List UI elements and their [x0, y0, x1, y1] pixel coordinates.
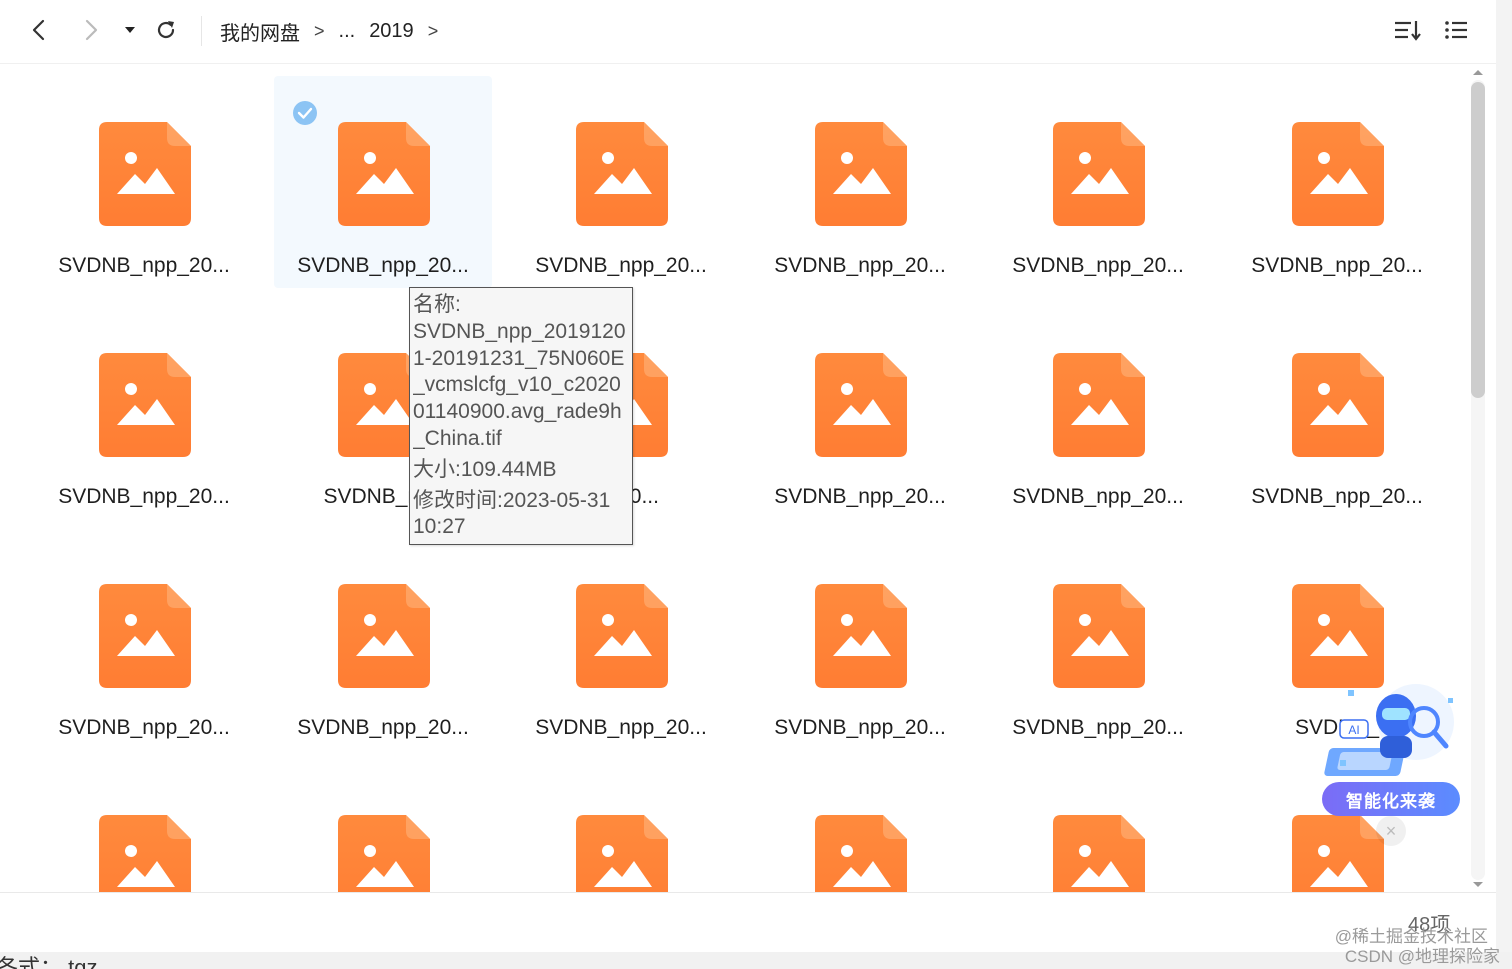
selected-check-icon[interactable] [292, 100, 318, 126]
window-edge [1496, 0, 1512, 969]
toolbar: 我的网盘 > ... 2019 > [0, 0, 1496, 64]
file-tile[interactable]: SVDNB_npp_20... [274, 538, 492, 750]
image-file-icon [99, 815, 191, 892]
file-name-label: SVDNB_npp_20... [774, 485, 946, 508]
watermark-csdn: CSDN @地理探险家 [1344, 947, 1500, 966]
breadcrumb-separator[interactable]: > [428, 21, 439, 42]
file-name-label: SVDNB_npp_20... [1012, 485, 1184, 508]
list-view-icon[interactable] [1440, 10, 1472, 50]
image-file-icon [338, 815, 430, 892]
image-file-icon [576, 122, 668, 226]
scroll-down-arrow-icon[interactable] [1473, 882, 1483, 887]
refresh-icon[interactable] [150, 10, 182, 50]
file-tile[interactable]: SVDNB_npp_20... [35, 76, 253, 288]
file-tile[interactable]: SVDNB_npp_20... [989, 538, 1207, 750]
image-file-icon [1292, 122, 1384, 226]
forward-arrow-icon[interactable] [76, 10, 106, 50]
file-tile[interactable]: SVDNB_npp_20... [751, 307, 969, 519]
file-tile[interactable]: SVDNB_npp_20... [751, 76, 969, 288]
background-text: 各式： tgz [0, 955, 98, 969]
background-window-strip: 各式： tgz [0, 952, 1512, 969]
tooltip-line: 01140900.avg_rade9h [413, 400, 622, 424]
file-name-label: SVDNB_npp_20... [1012, 716, 1184, 739]
image-file-icon [338, 122, 430, 226]
image-file-icon [1053, 815, 1145, 892]
file-manager-window: 我的网盘 > ... 2019 > SVDNB_npp_20... SVDNB_n… [0, 0, 1496, 952]
ai-robot-icon: AI [1324, 684, 1454, 776]
image-file-icon [338, 584, 430, 688]
back-arrow-icon[interactable] [24, 10, 54, 50]
breadcrumb-root[interactable]: 我的网盘 [220, 17, 300, 46]
file-name-label: SVDNB_npp_20... [297, 716, 469, 739]
breadcrumb-separator: > [314, 20, 325, 41]
scrollbar-thumb[interactable] [1471, 82, 1485, 398]
footer-divider [0, 892, 1496, 893]
tooltip-line: _vcmslcfg_v10_c2020 [413, 373, 621, 397]
file-name-label: SVDNB_npp_20... [774, 716, 946, 739]
tooltip-modified-time: 10:27 [413, 515, 466, 539]
tooltip-line: 名称: [413, 293, 461, 316]
file-tile[interactable] [751, 769, 969, 892]
image-file-icon [1053, 353, 1145, 457]
breadcrumb: 我的网盘 > ... 2019 > [220, 14, 438, 48]
file-tile[interactable]: SVDNB_npp_20... [751, 538, 969, 750]
file-info-tooltip: 名称: SVDNB_npp_2019120 1-20191231_75N060E… [409, 287, 633, 545]
image-file-icon [815, 815, 907, 892]
image-file-icon [815, 353, 907, 457]
image-file-icon [1053, 122, 1145, 226]
file-tile[interactable] [274, 769, 492, 892]
file-tile[interactable]: SVDNB_npp_20... [274, 76, 492, 288]
file-grid: SVDNB_npp_20... SVDNB_npp_20... SVDNB_npp_… [0, 64, 1466, 892]
tooltip-line: _China.tif [413, 426, 502, 450]
file-tile[interactable]: SVDNB_npp_20... [1228, 307, 1446, 519]
dropdown-caret-icon[interactable] [120, 10, 140, 50]
scroll-up-arrow-icon[interactable] [1473, 70, 1483, 75]
svg-text:AI: AI [1348, 723, 1359, 737]
file-tile[interactable]: SVDNB_npp_20... [512, 538, 730, 750]
file-tile[interactable]: SVDNB_npp_20... [512, 76, 730, 288]
ai-promo-widget[interactable]: AI 智能化来袭 × [1320, 680, 1462, 856]
file-name-label: SVDNB_npp_20... [58, 716, 230, 739]
file-tile[interactable] [512, 769, 730, 892]
file-name-label: SVDNB_npp_20... [535, 254, 707, 277]
sort-icon[interactable] [1390, 10, 1426, 50]
image-file-icon [576, 584, 668, 688]
file-tile[interactable]: SVDNB_npp_20... [989, 307, 1207, 519]
file-name-label: SVDNB_npp_20... [58, 485, 230, 508]
file-name-label: SVDNB_npp_20... [535, 716, 707, 739]
toolbar-divider [201, 16, 202, 46]
close-icon[interactable]: × [1376, 816, 1406, 846]
file-tile[interactable]: SVDNB_npp_20... [35, 538, 253, 750]
tooltip-line: 1-20191231_75N060E [413, 346, 625, 370]
file-tile[interactable] [35, 769, 253, 892]
image-file-icon [99, 353, 191, 457]
image-file-icon [1292, 584, 1384, 688]
vertical-scrollbar[interactable] [1469, 70, 1487, 890]
file-tile[interactable]: SVDNB_npp_20... [1228, 76, 1446, 288]
ai-promo-button[interactable]: 智能化来袭 [1322, 782, 1460, 816]
image-file-icon [815, 122, 907, 226]
tooltip-line: SVDNB_npp_2019120 [413, 319, 626, 343]
breadcrumb-ellipsis[interactable]: ... [339, 20, 356, 43]
file-name-label: SVDNB_npp_20... [774, 254, 946, 277]
image-file-icon [1053, 584, 1145, 688]
breadcrumb-current[interactable]: 2019 [369, 20, 414, 43]
tooltip-modified: 修改时间:2023-05-31 [413, 488, 611, 512]
file-name-label: SVDNB_npp_20... [1012, 254, 1184, 277]
file-name-label: SVDNB_npp_20... [297, 254, 469, 277]
image-file-icon [815, 584, 907, 688]
file-name-label: SVDNB_npp_20... [58, 254, 230, 277]
image-file-icon [99, 122, 191, 226]
file-name-label: SVDNB_npp_20... [1251, 254, 1423, 277]
image-file-icon [99, 584, 191, 688]
file-tile[interactable] [989, 769, 1207, 892]
tooltip-size: 大小:109.44MB [413, 457, 557, 481]
image-file-icon [576, 815, 668, 892]
file-tile[interactable]: SVDNB_npp_20... [989, 76, 1207, 288]
image-file-icon [1292, 353, 1384, 457]
file-name-label: SVDNB_npp_20... [1251, 485, 1423, 508]
file-tile[interactable]: SVDNB_npp_20... [35, 307, 253, 519]
